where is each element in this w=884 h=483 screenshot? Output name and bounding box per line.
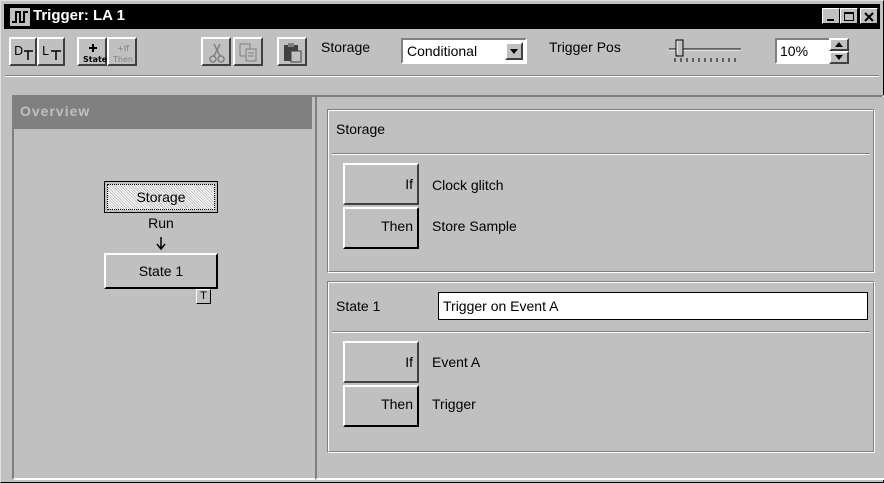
l-trigger-icon: L	[42, 44, 61, 60]
arrow-down-connector-icon	[156, 237, 166, 251]
maximize-icon	[844, 12, 854, 21]
trigger-marker: T	[196, 289, 211, 304]
storage-label: Storage	[321, 39, 371, 55]
close-icon	[864, 12, 874, 22]
trigger-pos-slider[interactable]	[665, 39, 745, 65]
minimize-icon	[827, 19, 834, 21]
maximize-button[interactable]	[840, 8, 858, 24]
trigger-pos-label: Trigger Pos	[549, 39, 621, 55]
state-group-separator	[332, 331, 870, 333]
storage-group-separator	[332, 153, 870, 155]
storage-then-action[interactable]: Store Sample	[432, 218, 517, 234]
copy-icon	[239, 43, 257, 62]
overview-title: Overview	[20, 103, 91, 119]
add-state-button[interactable]: State	[77, 37, 107, 66]
state-then-action[interactable]: Trigger	[432, 396, 476, 412]
state-1-title: State 1	[336, 298, 381, 314]
state-if-button[interactable]: If	[343, 341, 419, 383]
copy-button[interactable]	[233, 37, 263, 66]
add-state-icon: State	[83, 44, 107, 64]
trigger-pos-value: 10%	[780, 43, 809, 59]
state-1-node[interactable]: State 1	[104, 253, 218, 289]
storage-node-label: Storage	[107, 184, 215, 210]
storage-mode-select[interactable]: Conditional	[401, 38, 527, 64]
storage-group: Storage If Clock glitch Then Store Sampl…	[327, 109, 875, 273]
dtrigger-mode-button[interactable]: D	[9, 37, 37, 66]
svg-text:D: D	[14, 44, 23, 58]
state-if-label: If	[405, 354, 413, 370]
scissors-icon	[209, 43, 225, 63]
cut-button[interactable]	[201, 37, 231, 66]
storage-node[interactable]: Storage	[104, 181, 218, 213]
trigger-app-icon	[10, 8, 30, 26]
main-panel: Storage If Clock glitch Then Store Sampl…	[317, 97, 884, 478]
storage-mode-value: Conditional	[407, 43, 478, 59]
spin-down-button[interactable]	[829, 51, 849, 64]
state-name-input[interactable]: Trigger on Event A	[438, 292, 868, 320]
slider-thumb[interactable]	[675, 39, 684, 57]
title-bar[interactable]: Trigger: LA 1	[4, 4, 880, 29]
paste-button[interactable]	[277, 37, 307, 66]
toolbar-divider	[5, 75, 879, 77]
arrow-down-icon	[835, 55, 843, 60]
state-1-node-label: State 1	[138, 263, 184, 279]
window-title: Trigger: LA 1	[33, 7, 125, 24]
state-name-value: Trigger on Event A	[443, 298, 559, 314]
state-then-label: Then	[381, 396, 413, 412]
storage-if-condition[interactable]: Clock glitch	[432, 177, 504, 193]
svg-text:Then: Then	[112, 55, 133, 64]
trigger-window: Trigger: LA 1 D L State +If Then Storage…	[0, 0, 884, 483]
storage-then-button[interactable]: Then	[343, 207, 419, 249]
close-button[interactable]	[860, 8, 878, 24]
svg-text:+If: +If	[117, 44, 129, 53]
chevron-down-icon	[510, 49, 518, 54]
arrow-up-icon	[835, 42, 843, 47]
add-if-then-button[interactable]: +If Then	[107, 37, 137, 66]
minimize-button[interactable]	[822, 8, 840, 24]
state-then-button[interactable]: Then	[343, 385, 419, 427]
storage-if-label: If	[405, 176, 413, 192]
svg-text:State: State	[83, 55, 107, 64]
storage-if-button[interactable]: If	[343, 163, 419, 205]
svg-text:L: L	[42, 44, 49, 58]
paste-icon	[284, 43, 302, 63]
overview-header: Overview	[14, 97, 312, 129]
run-label: Run	[148, 215, 174, 231]
storage-then-label: Then	[381, 218, 413, 234]
state-1-group: State 1 Trigger on Event A If Event A Th…	[327, 281, 875, 453]
spin-up-button[interactable]	[829, 38, 849, 51]
d-trigger-icon: D	[14, 44, 33, 60]
ltrigger-mode-button[interactable]: L	[37, 37, 65, 66]
state-if-condition[interactable]: Event A	[432, 354, 480, 370]
add-if-then-icon: +If Then	[112, 44, 133, 64]
storage-dropdown-button[interactable]	[505, 42, 523, 60]
overview-pane: Overview Storage Run State 1 T	[14, 97, 315, 478]
storage-group-title: Storage	[336, 121, 386, 137]
